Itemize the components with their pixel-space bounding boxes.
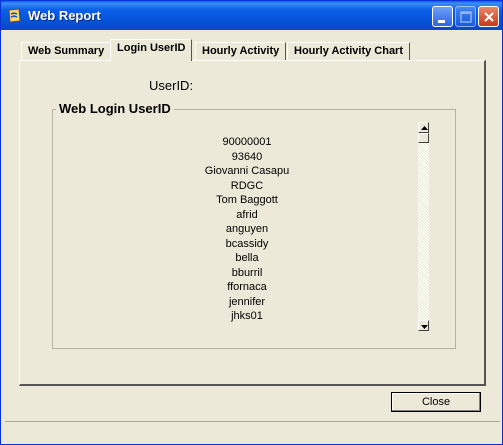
list-item[interactable]: ffornaca xyxy=(151,280,343,295)
status-divider xyxy=(5,421,500,423)
list-item[interactable]: Giovanni Casapu xyxy=(151,164,343,179)
maximize-button[interactable] xyxy=(455,6,476,27)
arrow-up-icon xyxy=(421,126,428,130)
userid-label: UserID: xyxy=(149,78,194,93)
list-item[interactable]: RDGC xyxy=(151,179,343,194)
web-report-window: Web Report Web Summary Login UserID Hour… xyxy=(0,0,503,445)
list-scrollbar[interactable] xyxy=(418,122,429,331)
list-item[interactable]: bburril xyxy=(151,266,343,281)
group-title: Web Login UserID xyxy=(56,101,174,116)
arrow-down-icon xyxy=(421,325,428,329)
minimize-button[interactable] xyxy=(432,6,453,27)
close-button[interactable]: Close xyxy=(391,392,481,412)
list-item[interactable]: afrid xyxy=(151,208,343,223)
scroll-down-button[interactable] xyxy=(418,320,429,331)
list-item[interactable]: bella xyxy=(151,251,343,266)
userid-list[interactable]: 90000001 93640 Giovanni Casapu RDGC Tom Bagg… xyxy=(151,135,343,324)
tab-hourly-activity[interactable]: Hourly Activity xyxy=(195,42,287,60)
scroll-thumb[interactable] xyxy=(418,133,429,143)
scroll-up-button[interactable] xyxy=(418,122,429,133)
list-item[interactable]: jhks01 xyxy=(151,309,343,324)
title-bar[interactable]: Web Report xyxy=(1,1,502,30)
tab-hourly-activity-chart[interactable]: Hourly Activity Chart xyxy=(287,42,411,60)
tab-web-summary[interactable]: Web Summary xyxy=(21,42,112,60)
window-title: Web Report xyxy=(28,8,101,23)
app-icon xyxy=(8,8,21,23)
tab-login-userid[interactable]: Login UserID xyxy=(110,39,193,61)
list-item[interactable]: jennifer xyxy=(151,295,343,310)
list-item[interactable]: bcassidy xyxy=(151,237,343,252)
close-window-button[interactable] xyxy=(478,6,499,27)
list-item[interactable]: anguyen xyxy=(151,222,343,237)
list-item[interactable]: 90000001 xyxy=(151,135,343,150)
list-item[interactable]: Tom Baggott xyxy=(151,193,343,208)
list-item[interactable]: 93640 xyxy=(151,150,343,165)
